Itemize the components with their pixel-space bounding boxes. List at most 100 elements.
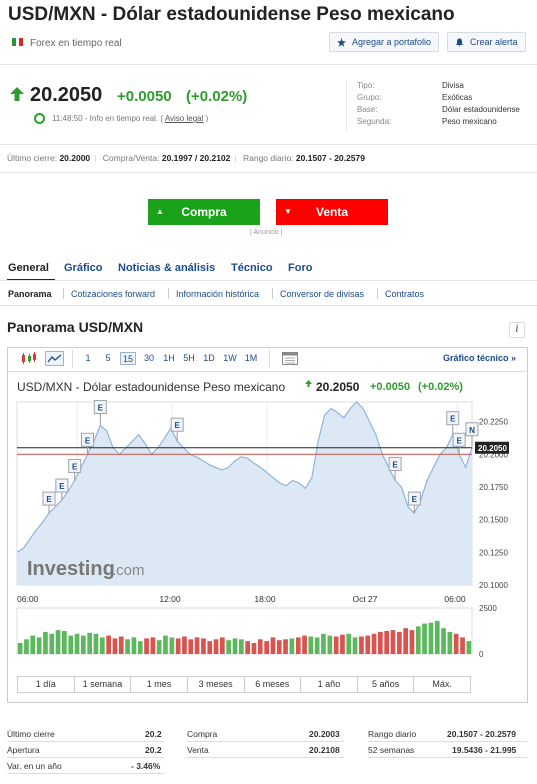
interval-1w[interactable]: 1W <box>221 352 239 365</box>
daily-range-label: Rango diario: <box>242 153 294 163</box>
subnav-contracts[interactable]: Contratos <box>385 289 424 299</box>
chart-price-change: +0.0050 <box>370 381 411 393</box>
chart-price-change-percent: (+0.02%) <box>418 381 463 393</box>
stat-label: Venta <box>187 745 209 755</box>
info-icon[interactable]: i <box>509 322 525 338</box>
divider <box>187 757 344 758</box>
range-1d[interactable]: 1 día <box>18 677 75 692</box>
toolbar-separator <box>269 350 270 368</box>
range-1y[interactable]: 1 año <box>301 677 358 692</box>
legal-notice-link[interactable]: Aviso legal <box>165 114 204 123</box>
y-tick-label: 20.1500 <box>479 516 508 525</box>
range-3m[interactable]: 3 meses <box>188 677 245 692</box>
price-chart[interactable]: EEEEEEEEEENInvesting.com20.225020.200020… <box>0 398 537 663</box>
page-title: USD/MXN - Dólar estadounidense Peso mexi… <box>8 4 455 25</box>
stat-value: 20.2 <box>145 745 162 755</box>
divider <box>7 773 164 774</box>
bid-ask-label: Compra/Venta: <box>102 153 160 163</box>
x-tick-label: 18:00 <box>254 594 276 604</box>
subnav-historical-data[interactable]: Información histórica <box>176 289 259 299</box>
volume-bar <box>232 638 238 654</box>
bell-icon <box>455 37 464 47</box>
subnav-separator <box>63 288 64 299</box>
subnav-overview[interactable]: Panorama <box>8 289 52 299</box>
tab-technical[interactable]: Técnico <box>231 262 273 274</box>
interval-1min[interactable]: 1 <box>82 352 94 365</box>
interval-5h[interactable]: 5H <box>181 352 197 365</box>
tab-chart[interactable]: Gráfico <box>64 262 103 274</box>
range-max[interactable]: Máx. <box>414 677 470 692</box>
y-tick-label: 20.1250 <box>479 548 508 557</box>
volume-bar <box>55 630 61 654</box>
volume-bar <box>125 639 130 654</box>
area-chart-icon[interactable] <box>45 351 64 366</box>
x-tick-label: Oct 27 <box>352 594 377 604</box>
sell-button[interactable]: ▼ Venta <box>276 199 388 225</box>
stat-label: Apertura <box>7 745 40 755</box>
subnav-forward-rates[interactable]: Cotizaciones forward <box>71 289 155 299</box>
volume-bar <box>283 639 288 654</box>
volume-bar <box>378 631 383 654</box>
range-1m[interactable]: 1 mes <box>131 677 188 692</box>
add-to-portfolio-button[interactable]: Agregar a portafolio <box>329 32 440 52</box>
volume-bar <box>207 641 213 654</box>
interval-1m[interactable]: 1M <box>242 352 260 365</box>
arrow-down-icon: ▼ <box>284 207 292 216</box>
volume-bar <box>175 638 181 654</box>
event-marker-label: E <box>98 404 104 413</box>
volume-bar <box>390 630 396 654</box>
arrow-up-icon <box>305 380 312 387</box>
create-alert-button[interactable]: Crear alerta <box>447 32 526 52</box>
volume-bar <box>365 635 371 654</box>
event-marker-label: E <box>450 415 456 424</box>
event-marker-label: E <box>457 436 463 445</box>
volume-bar <box>264 641 269 654</box>
volume-tick-label: 0 <box>479 650 484 659</box>
calendar-icon[interactable] <box>282 352 298 365</box>
prev-close-value: 20.2000 <box>59 153 91 163</box>
volume-bar <box>87 632 92 654</box>
range-6m[interactable]: 6 meses <box>245 677 302 692</box>
event-marker-label: E <box>175 421 181 430</box>
volume-bar <box>295 637 301 654</box>
tab-forum[interactable]: Foro <box>288 262 312 274</box>
interval-1d[interactable]: 1D <box>201 352 217 365</box>
volume-bar <box>156 640 162 654</box>
divider-vertical <box>346 80 347 130</box>
candlestick-chart-icon[interactable] <box>20 352 38 365</box>
range-1w[interactable]: 1 semana <box>75 677 132 692</box>
volume-bar <box>144 638 149 654</box>
prev-close-label: Último cierre: <box>7 153 58 163</box>
star-icon <box>337 37 346 47</box>
divider <box>7 757 164 758</box>
section-title: Panorama USD/MXN <box>7 319 144 335</box>
volume-bar <box>453 633 459 654</box>
divider <box>8 371 527 372</box>
stat-value: 19.5436 - 21.995 <box>452 745 517 755</box>
price-change: +0.0050 <box>117 88 172 105</box>
event-marker-label: E <box>72 462 78 471</box>
volume-bar <box>201 638 206 654</box>
sell-label: Venta <box>315 205 348 219</box>
volume-bar <box>434 620 440 654</box>
y-tick-label: 20.2250 <box>479 418 508 427</box>
interval-5min[interactable]: 5 <box>102 352 114 365</box>
detail-label: Grupo: <box>357 93 382 102</box>
volume-bar <box>251 643 257 654</box>
interval-1h[interactable]: 1H <box>161 352 177 365</box>
tab-news-analysis[interactable]: Noticias & análisis <box>118 262 215 274</box>
interval-30min[interactable]: 30 <box>141 352 157 365</box>
volume-bar <box>308 636 314 654</box>
realtime-text: - Info en tiempo real. ( <box>84 114 164 123</box>
range-5y[interactable]: 5 años <box>358 677 415 692</box>
stat-value: - 3.46% <box>131 761 161 771</box>
tab-general[interactable]: General <box>8 262 49 274</box>
buy-button[interactable]: ▲ Compra <box>148 199 260 225</box>
interval-15min[interactable]: 15 <box>120 352 136 365</box>
volume-bar <box>346 633 352 654</box>
stat-label: Último cierre <box>7 729 55 739</box>
technical-chart-link[interactable]: Gráfico técnico » <box>443 353 516 363</box>
detail-value: Dólar estadounidense <box>442 105 520 114</box>
subnav-currency-converter[interactable]: Conversor de divisas <box>280 289 364 299</box>
stat-value: 20.2108 <box>309 745 340 755</box>
